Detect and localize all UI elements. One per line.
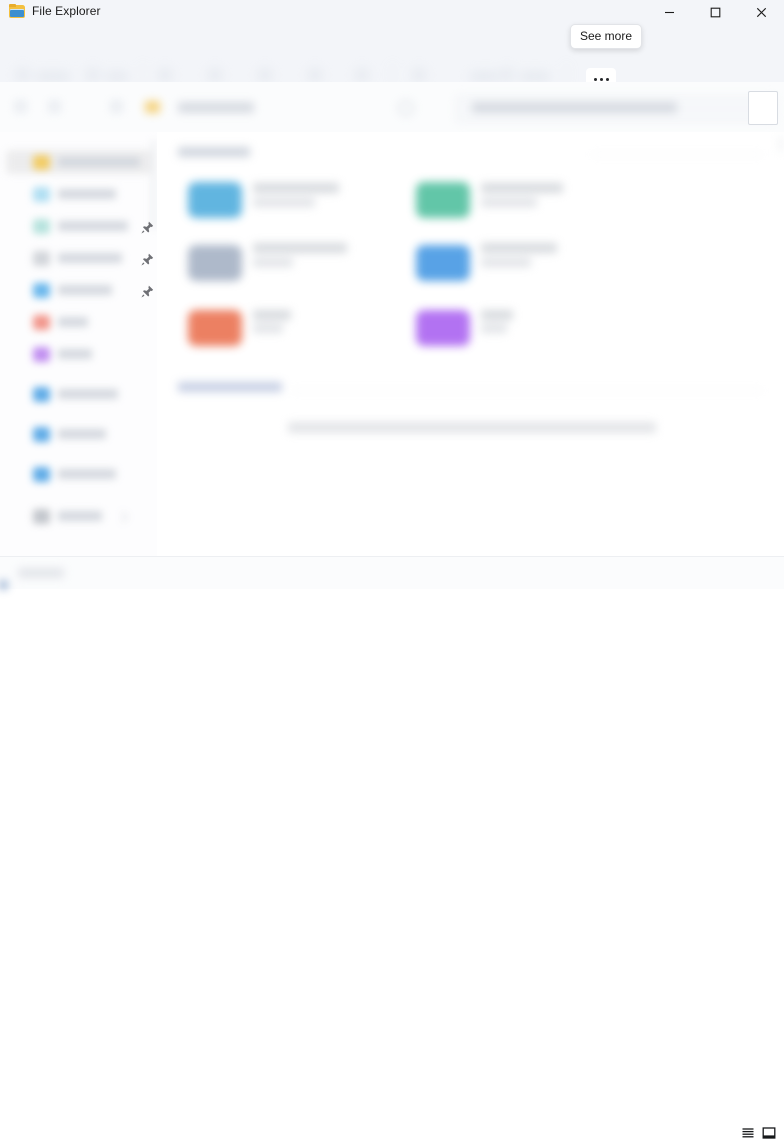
arrow-forward-icon[interactable] [48,100,61,113]
window-title: File Explorer [32,4,101,18]
minimize-button[interactable] [646,0,692,25]
desktop-folder-icon [188,245,242,281]
this-pc-icon [33,427,50,442]
address-bar [0,82,784,132]
sidebar-item-label [58,221,128,231]
see-more-tooltip: See more [570,24,643,49]
divider [592,154,762,155]
sidebar-blurred-items [0,132,157,556]
tile-subtitle [253,258,293,267]
sidebar-item-6[interactable] [6,310,151,334]
tile-subtitle [253,324,283,333]
home-icon [33,155,50,170]
sidebar-item-4[interactable] [6,246,151,270]
content-area [157,132,784,556]
tile-subtitle [481,198,537,207]
close-button[interactable] [738,0,784,25]
content-blurred-items [157,132,784,556]
toolbar-blurred-items [0,25,784,85]
sidebar-item-8[interactable] [6,382,151,406]
arrow-back-icon[interactable] [14,100,27,113]
status-bar-blurred-content [0,557,300,589]
sidebar-item-label [58,429,106,439]
sidebar-item-9[interactable] [6,422,151,446]
documents-folder-icon [188,182,242,218]
pictures-folder-icon [416,182,470,218]
list-view-icon[interactable] [738,1123,758,1143]
sidebar-item-label [58,469,116,479]
chevron-right-icon[interactable] [116,511,128,523]
tile-title [481,310,513,320]
pin-icon[interactable] [140,284,155,299]
tile-title [253,310,291,320]
breadcrumb-segment[interactable] [178,102,254,113]
ellipsis-icon [605,77,609,81]
downloads-icon [33,283,50,298]
navigation-pane [0,132,157,556]
recent-files-header[interactable] [178,382,282,392]
sidebar-item-3[interactable] [6,214,151,238]
ellipsis-icon [593,77,597,81]
sidebar-item-label [58,285,112,295]
file-explorer-window: File Explorer See more [0,0,784,1139]
status-bar [0,556,784,1139]
music-folder-icon [188,310,242,346]
item-count-label [18,568,64,578]
desktop-icon [33,251,50,266]
music-icon [33,315,50,330]
folder-icon [9,3,25,18]
maximize-button[interactable] [692,0,738,25]
tile-title [253,183,339,193]
sidebar-item-11[interactable] [6,504,151,528]
sidebar-scrollbar[interactable] [152,140,155,230]
tile-subtitle [481,258,531,267]
gallery-icon [33,187,50,202]
onedrive-icon [33,219,50,234]
content-scrollbar[interactable] [779,136,782,152]
pin-icon[interactable] [140,220,155,235]
tile-subtitle [481,324,507,333]
empty-state-message [288,422,656,433]
breadcrumb-folder-icon [145,101,160,113]
pin-icon[interactable] [140,252,155,267]
tile-title [481,183,563,193]
sidebar-item-5[interactable] [6,278,151,302]
sidebar-item-7[interactable] [6,342,151,366]
sidebar-item-label [58,389,118,399]
sidebar-item-label [58,349,92,359]
address-bar-blurred-content [0,82,784,132]
onedrive-cloud-icon [33,387,50,402]
sidebar-item-label [58,511,102,521]
videos-icon [33,347,50,362]
address-bar-right-control[interactable] [748,91,778,125]
linux-icon [33,509,50,524]
network-icon [33,467,50,482]
divider [292,390,762,391]
quick-access-header [178,147,250,157]
ellipsis-icon [599,77,603,81]
sidebar-item-label [58,317,88,327]
search-placeholder [472,102,677,113]
command-toolbar [0,25,784,90]
tile-title [253,243,347,253]
downloads-folder-icon [416,245,470,281]
sidebar-item-label [58,157,140,167]
sidebar-item-1[interactable] [6,150,151,174]
sidebar-item-2[interactable] [6,182,151,206]
arrow-up-icon[interactable] [110,100,123,113]
sidebar-item-10[interactable] [6,462,151,486]
sidebar-item-label [58,253,122,263]
tile-title [481,243,557,253]
title-bar: File Explorer [0,0,784,25]
search-icon [398,100,414,116]
sidebar-item-label [58,189,116,199]
thumbnail-view-icon[interactable] [759,1123,779,1143]
videos-folder-icon [416,310,470,346]
tile-subtitle [253,198,315,207]
